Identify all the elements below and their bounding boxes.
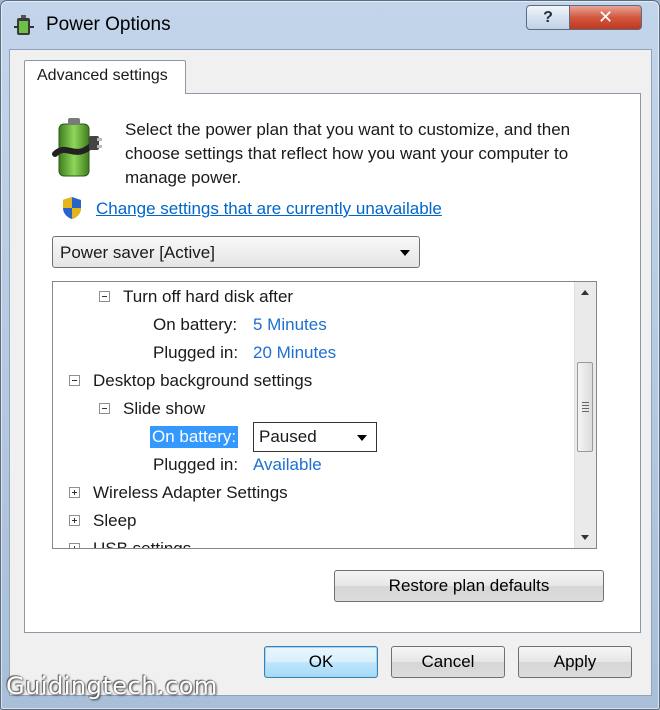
scroll-thumb[interactable] bbox=[577, 362, 593, 452]
setting-label-selected: On battery: bbox=[150, 426, 239, 448]
tree-item-label: USB settings bbox=[93, 539, 192, 549]
power-options-icon bbox=[14, 15, 34, 35]
grip-line bbox=[582, 411, 589, 412]
tree-item-slide-show-plugged[interactable]: Plugged in: Available bbox=[53, 452, 573, 480]
expand-icon[interactable] bbox=[69, 487, 80, 498]
tree-item-wireless-adapter[interactable]: Wireless Adapter Settings bbox=[53, 480, 573, 508]
restore-plan-defaults-button[interactable]: Restore plan defaults bbox=[334, 570, 604, 602]
tree-item-slide-show-battery[interactable]: On battery: Paused bbox=[53, 422, 573, 454]
power-plan-dropdown[interactable]: Power saver [Active] bbox=[52, 236, 420, 268]
grip-line bbox=[582, 405, 589, 406]
collapse-icon[interactable] bbox=[99, 403, 110, 414]
grip-line bbox=[582, 402, 589, 403]
power-options-window: Power Options ? ✕ Advanced settings Sele… bbox=[0, 0, 660, 710]
uac-shield-icon bbox=[63, 197, 81, 219]
plan-description: Select the power plan that you want to c… bbox=[125, 120, 571, 187]
dialog-client-area: Advanced settings Select the power plan … bbox=[9, 49, 652, 696]
setting-value-link[interactable]: Available bbox=[253, 455, 322, 475]
collapse-icon[interactable] bbox=[69, 375, 80, 386]
title-bar[interactable]: Power Options ? ✕ bbox=[1, 1, 659, 49]
help-button[interactable]: ? bbox=[526, 5, 570, 30]
setting-value-link[interactable]: 5 Minutes bbox=[253, 315, 327, 335]
scroll-down-button[interactable] bbox=[575, 528, 596, 548]
tree-item-desktop-background[interactable]: Desktop background settings bbox=[53, 368, 573, 396]
collapse-icon[interactable] bbox=[99, 291, 110, 302]
tree-item-label: Slide show bbox=[123, 399, 206, 418]
tree-item-slide-show[interactable]: Slide show bbox=[53, 396, 573, 424]
setting-label: On battery: bbox=[153, 315, 238, 334]
slide-show-battery-dropdown[interactable]: Paused bbox=[253, 422, 377, 452]
cancel-button[interactable]: Cancel bbox=[391, 646, 505, 678]
scroll-up-button[interactable] bbox=[575, 282, 596, 302]
expand-icon[interactable] bbox=[69, 543, 80, 548]
tree-item-label: Turn off hard disk after bbox=[123, 287, 294, 306]
tree-item-label: Sleep bbox=[93, 511, 137, 530]
chevron-down-icon bbox=[357, 435, 367, 441]
tree-item-hard-disk[interactable]: Turn off hard disk after bbox=[53, 284, 573, 312]
tree-item-sleep[interactable]: Sleep bbox=[53, 508, 573, 536]
battery-plug-icon bbox=[52, 118, 102, 177]
settings-tree[interactable]: Turn off hard disk after On battery: 5 M… bbox=[52, 281, 597, 549]
power-plan-value: Power saver [Active] bbox=[60, 243, 215, 262]
dropdown-value: Paused bbox=[259, 427, 317, 446]
setting-label: Plugged in: bbox=[153, 343, 239, 362]
setting-value-link[interactable]: 20 Minutes bbox=[253, 343, 336, 363]
ok-button[interactable]: OK bbox=[264, 646, 378, 678]
chevron-down-icon bbox=[400, 250, 410, 256]
advanced-settings-panel: Select the power plan that you want to c… bbox=[24, 93, 641, 633]
window-title: Power Options bbox=[46, 14, 171, 35]
expand-icon[interactable] bbox=[69, 515, 80, 526]
tree-item-hard-disk-battery[interactable]: On battery: 5 Minutes bbox=[53, 312, 573, 340]
vertical-scrollbar[interactable] bbox=[574, 282, 596, 548]
grip-line bbox=[582, 408, 589, 409]
close-button[interactable]: ✕ bbox=[569, 5, 642, 30]
tree-item-label: Desktop background settings bbox=[93, 371, 313, 390]
tree-item-usb[interactable]: USB settings bbox=[53, 536, 573, 549]
watermark: Guidingtech.com bbox=[6, 672, 218, 700]
setting-label: Plugged in: bbox=[153, 455, 239, 474]
tab-advanced-settings[interactable]: Advanced settings bbox=[24, 60, 186, 94]
tree-item-label: Wireless Adapter Settings bbox=[93, 483, 288, 502]
apply-button[interactable]: Apply bbox=[518, 646, 632, 678]
change-settings-link[interactable]: Change settings that are currently unava… bbox=[96, 199, 442, 219]
tree-item-hard-disk-plugged[interactable]: Plugged in: 20 Minutes bbox=[53, 340, 573, 368]
